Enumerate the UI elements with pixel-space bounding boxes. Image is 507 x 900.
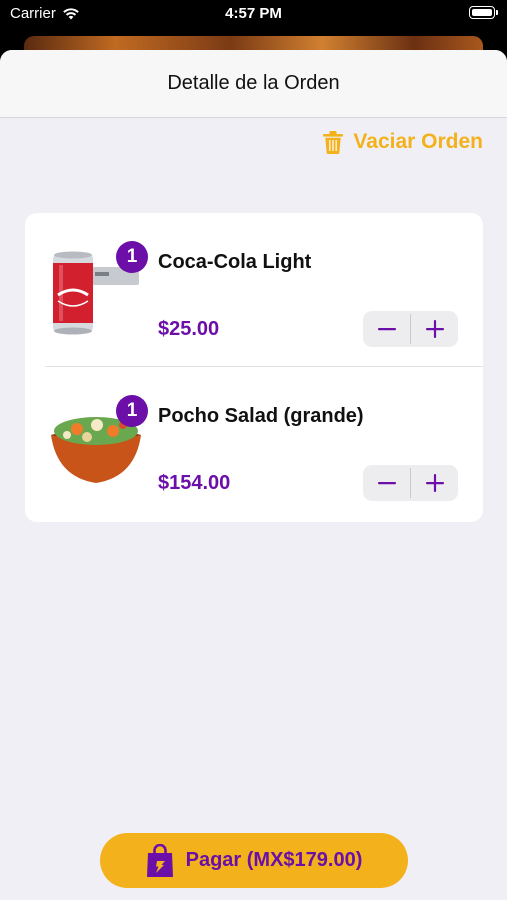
battery-icon [469, 6, 498, 19]
item-price: $154.00 [158, 472, 231, 494]
quantity-stepper [363, 465, 458, 501]
item-name: Pocho Salad (grande) [158, 405, 364, 427]
status-right [469, 6, 498, 19]
plus-icon [425, 474, 444, 492]
order-item: 1 Pocho Salad (grande) $154.00 [25, 367, 483, 521]
quantity-stepper [363, 311, 458, 347]
pay-label: Pagar (MX$179.00) [185, 849, 363, 871]
quantity-badge: 1 [116, 241, 148, 273]
status-time: 4:57 PM [225, 5, 282, 22]
order-item: 1 Coca-Cola Light $25.00 [25, 213, 483, 367]
app-screen: Carrier 4:57 PM Detalle de la Orden Vaci… [0, 0, 507, 900]
item-price: $25.00 [158, 318, 220, 340]
minus-icon [377, 328, 396, 331]
plus-icon [425, 320, 444, 338]
sheet-header: Detalle de la Orden [0, 50, 507, 118]
order-items-card: 1 Coca-Cola Light $25.00 1 Pocho Salad (… [25, 213, 483, 522]
trash-icon [323, 130, 344, 154]
clear-order-button[interactable]: Vaciar Orden [323, 130, 483, 154]
status-bar: Carrier 4:57 PM [0, 0, 507, 30]
pay-button[interactable]: Pagar (MX$179.00) [100, 833, 408, 888]
clear-order-label: Vaciar Orden [353, 130, 483, 153]
shopping-bag-icon [146, 843, 173, 877]
order-detail-sheet: Detalle de la Orden Vaciar Orden 1 Coca-… [0, 50, 507, 900]
minus-icon [377, 482, 396, 485]
decrement-button[interactable] [363, 465, 410, 501]
decrement-button[interactable] [363, 311, 410, 347]
increment-button[interactable] [411, 311, 458, 347]
page-title: Detalle de la Orden [167, 72, 340, 94]
quantity-badge: 1 [116, 395, 148, 427]
item-name: Coca-Cola Light [158, 251, 312, 273]
increment-button[interactable] [411, 465, 458, 501]
